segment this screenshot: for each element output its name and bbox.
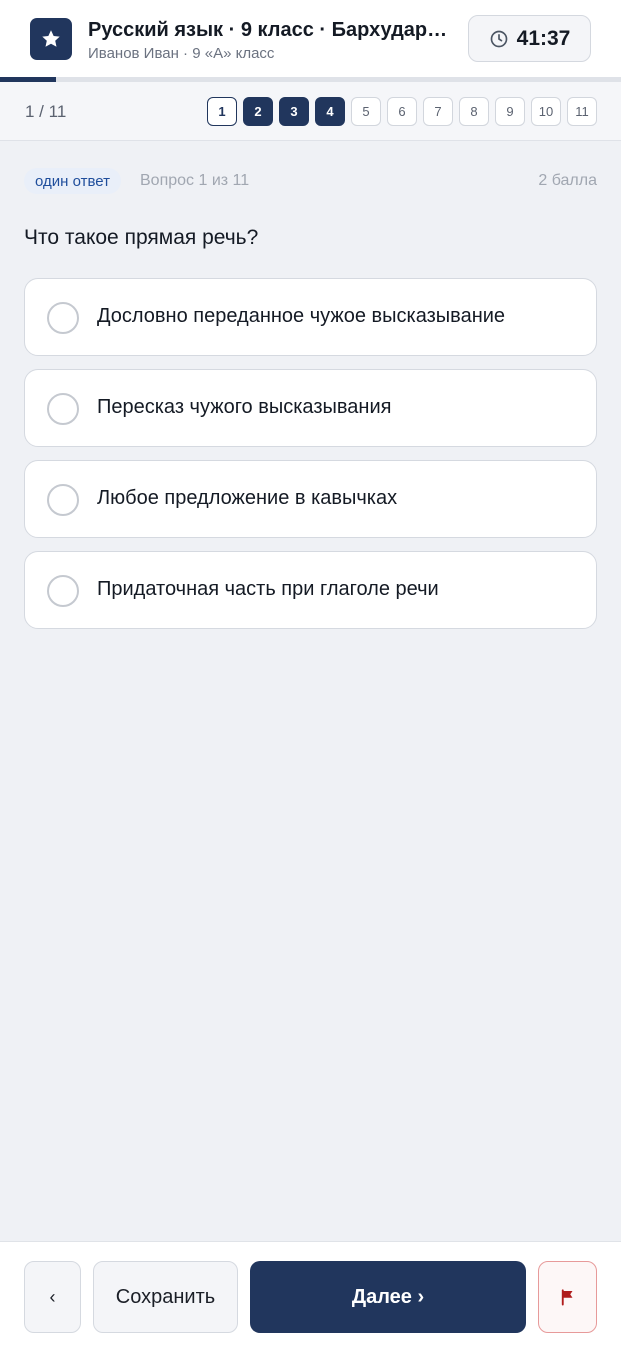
question-pill-9[interactable]: 9 <box>495 97 525 126</box>
radio-button[interactable] <box>47 575 79 607</box>
answer-option[interactable]: Дословно переданное чужое высказывание <box>24 278 597 356</box>
answer-options: Дословно переданное чужое высказывание П… <box>24 278 597 642</box>
question-pill-5[interactable]: 5 <box>351 97 381 126</box>
question-count: Вопрос 1 из 11 <box>140 172 250 189</box>
question-pills: 1 2 3 4 5 6 7 8 9 10 11 <box>207 97 597 126</box>
question-type-badge: один ответ <box>24 168 121 194</box>
radio-button[interactable] <box>47 302 79 334</box>
timer: 41:37 <box>468 15 591 62</box>
footer-actions: ‹ Сохранить Далее › <box>0 1241 621 1350</box>
answer-option-label: Пересказ чужого высказывания <box>97 396 392 418</box>
flag-icon <box>561 1289 572 1306</box>
answer-option[interactable]: Любое предложение в кавычках <box>24 460 597 538</box>
question-pill-11[interactable]: 11 <box>567 97 597 126</box>
radio-button[interactable] <box>47 484 79 516</box>
next-button[interactable]: Далее › <box>250 1261 526 1333</box>
prev-button[interactable]: ‹ <box>24 1261 81 1333</box>
question-pill-6[interactable]: 6 <box>387 97 417 126</box>
question-pill-10[interactable]: 10 <box>531 97 561 126</box>
question-pill-3[interactable]: 3 <box>279 97 309 126</box>
app-logo <box>30 18 72 60</box>
flag-button[interactable] <box>538 1261 597 1333</box>
clock-icon <box>490 30 507 47</box>
question-text: Что такое прямая речь? <box>24 226 259 249</box>
question-counter: 1 / 11 <box>25 102 67 121</box>
question-meta: один ответ Вопрос 1 из 11 2 балла <box>24 166 597 196</box>
answer-option[interactable]: Пересказ чужого высказывания <box>24 369 597 447</box>
header: Русский язык · 9 класс · Бархударов Иван… <box>0 0 621 77</box>
answer-option[interactable]: Придаточная часть при глаголе речи <box>24 551 597 629</box>
question-pill-8[interactable]: 8 <box>459 97 489 126</box>
question-navigator: 1 / 11 1 2 3 4 5 6 7 8 9 10 11 <box>0 82 621 141</box>
radio-button[interactable] <box>47 393 79 425</box>
test-title: Русский язык · 9 класс · Бархударов <box>88 19 448 41</box>
question-pill-1[interactable]: 1 <box>207 97 237 126</box>
question-pill-7[interactable]: 7 <box>423 97 453 126</box>
answer-option-label: Дословно переданное чужое высказывание <box>97 305 506 327</box>
student-info: Иванов Иван · 9 «А» класс <box>88 45 275 62</box>
answer-option-label: Придаточная часть при глаголе речи <box>97 578 439 600</box>
question-points: 2 балла <box>538 172 597 189</box>
save-button[interactable]: Сохранить <box>93 1261 238 1333</box>
answer-option-label: Любое предложение в кавычках <box>97 487 398 509</box>
timer-value: 41:37 <box>516 26 571 50</box>
question-pill-4[interactable]: 4 <box>315 97 345 126</box>
question-pill-2[interactable]: 2 <box>243 97 273 126</box>
star-icon <box>42 30 60 47</box>
